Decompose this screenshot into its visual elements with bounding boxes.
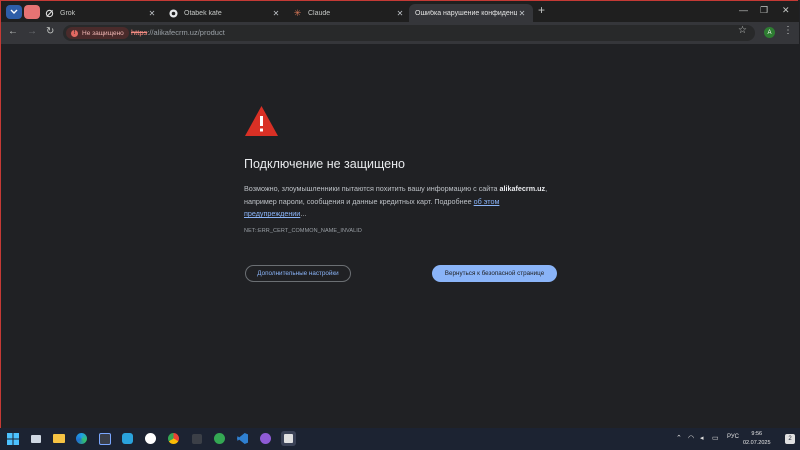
browser-toolbar: ← → ↻ ! Не защищено https://alikafecrm.u… — [1, 22, 799, 44]
page-title: Подключение не защищено — [244, 157, 405, 171]
url-text[interactable]: https://alikafecrm.uz/product — [131, 28, 225, 37]
clock-time: 9:56 — [751, 431, 763, 437]
restore-button[interactable]: ❐ — [760, 5, 768, 16]
error-code: NET::ERR_CERT_COMMON_NAME_INVALID — [244, 228, 363, 234]
profile-avatar[interactable]: A — [764, 27, 775, 38]
error-description: Возможно, злоумышленники пытаются похити… — [244, 183, 561, 221]
clock-date: 02.07.2025 — [743, 440, 771, 446]
close-icon[interactable]: ✕ — [271, 9, 281, 18]
minimize-button[interactable]: — — [739, 5, 748, 15]
tab-grok[interactable]: Grok ✕ — [39, 4, 163, 23]
file-explorer-icon[interactable] — [51, 431, 66, 446]
warning-icon: ! — [71, 29, 78, 37]
new-tab-button[interactable]: + — [538, 3, 545, 17]
volume-icon[interactable]: ◂ — [700, 434, 704, 442]
app-icon[interactable] — [281, 431, 296, 446]
app-icon[interactable] — [143, 431, 158, 446]
tab-privacy-error[interactable]: Ошибка нарушение конфиденц... ✕ — [409, 4, 533, 23]
tab-otabek-kafe[interactable]: Otabek kafe ✕ — [163, 4, 287, 23]
back-to-safety-button[interactable]: Вернуться к безопасной странице — [432, 265, 557, 282]
back-button[interactable]: ← — [8, 26, 18, 37]
language-indicator[interactable]: РУС — [727, 434, 739, 440]
tab-title: Otabek kafe — [184, 10, 222, 17]
chevron-down-icon — [10, 9, 18, 14]
address-bar[interactable]: ! Не защищено https://alikafecrm.uz/prod… — [63, 25, 755, 41]
show-hidden-icons[interactable]: ⌃ — [676, 434, 682, 442]
url-protocol: https — [131, 28, 148, 37]
description-text: Возможно, злоумышленники пытаются похити… — [244, 184, 500, 193]
tab-search-button[interactable] — [6, 5, 22, 19]
tab-strip: Grok ✕ Otabek kafe ✕ ✳ Claude ✕ Ошибка н… — [1, 1, 799, 23]
description-ellipsis: ... — [300, 209, 307, 218]
chrome-profile-icon[interactable] — [258, 431, 273, 446]
windows-taskbar: ⌃ ◠ ◂ ▭ РУС 9:56 02.07.2025 2 — [0, 428, 800, 450]
close-icon[interactable]: ✕ — [147, 9, 157, 18]
start-button[interactable] — [5, 431, 20, 446]
site-name: alikafecrm.uz — [499, 184, 546, 193]
warning-triangle-icon — [245, 106, 278, 136]
security-chip[interactable]: ! Не защищено — [66, 27, 129, 39]
notification-bell-icon[interactable]: 2 — [785, 434, 795, 444]
interstitial-page: Подключение не защищено Возможно, злоумы… — [1, 44, 799, 428]
app-icon[interactable] — [189, 431, 204, 446]
battery-icon[interactable]: ▭ — [712, 434, 719, 442]
app-icon[interactable] — [120, 431, 135, 446]
close-window-button[interactable]: ✕ — [782, 5, 790, 16]
forward-button[interactable]: → — [27, 26, 37, 37]
url-path: ://alikafecrm.uz/product — [147, 28, 225, 37]
tab-claude[interactable]: ✳ Claude ✕ — [287, 4, 411, 23]
security-chip-label: Не защищено — [82, 29, 124, 37]
notification-count: 2 — [788, 436, 792, 442]
bookmark-star-icon[interactable]: ☆ — [738, 25, 747, 36]
vscode-icon[interactable] — [235, 431, 250, 446]
tab-title: Claude — [308, 10, 331, 17]
tab-title: Ошибка нарушение конфиденц... — [415, 10, 517, 17]
claude-icon: ✳ — [293, 8, 302, 18]
menu-kebab-icon[interactable]: ⋮ — [783, 25, 793, 36]
tab-title: Grok — [60, 10, 76, 17]
edge-browser-icon[interactable] — [74, 431, 89, 446]
chrome-profile-icon[interactable] — [212, 431, 227, 446]
wifi-icon[interactable]: ◠ — [688, 434, 694, 442]
windows-logo-icon — [6, 432, 19, 445]
chrome-icon[interactable] — [166, 431, 181, 446]
clock[interactable]: 9:56 02.07.2025 — [743, 430, 771, 448]
store-icon[interactable] — [97, 431, 112, 446]
close-icon[interactable]: ✕ — [517, 9, 527, 18]
task-view-icon[interactable] — [28, 431, 43, 446]
reload-button[interactable]: ↻ — [46, 26, 54, 37]
profile-initial: A — [767, 29, 772, 36]
advanced-button[interactable]: Дополнительные настройки — [245, 265, 351, 282]
site-favicon-icon — [169, 9, 178, 18]
grok-icon — [45, 9, 54, 18]
close-icon[interactable]: ✕ — [395, 9, 405, 18]
profile-group-icon[interactable] — [24, 5, 40, 19]
